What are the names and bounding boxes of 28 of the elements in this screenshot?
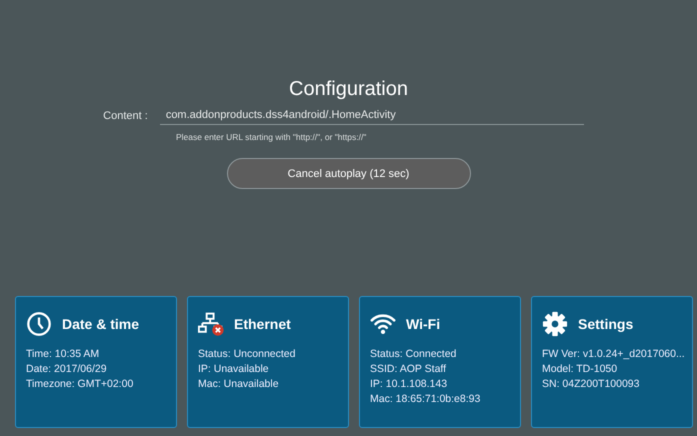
card-title: Wi-Fi xyxy=(406,316,440,332)
card-text: FW Ver: v1.0.24+_d2017060... xyxy=(542,347,682,362)
settings-icon xyxy=(542,311,568,337)
card-title: Ethernet xyxy=(234,316,291,332)
hint-text: Please enter URL starting with "http://", or "https://" xyxy=(176,132,366,142)
card-text: Mac: 18:65:71:0b:e8:93 xyxy=(370,392,482,407)
card-text: SSID: AOP Staff xyxy=(370,362,448,377)
card-text: SN: 04Z200T100093 xyxy=(542,377,640,392)
info-card[interactable]: Ethernet Status: Unconnected IP: Unavailable Mac: Unavailable xyxy=(187,296,349,428)
card-text: Model: TD-1050 xyxy=(542,362,618,377)
card-title: Date & time xyxy=(62,316,140,332)
clock-icon xyxy=(26,311,52,337)
info-card[interactable]: Settings FW Ver: v1.0.24+_d2017060... Model: TD-1050 SN: 04Z200T100093 xyxy=(531,296,693,428)
card-text: Date: 2017/06/29 xyxy=(26,362,108,377)
content-label: Content : xyxy=(103,110,148,124)
card-text: IP: 10.1.108.143 xyxy=(370,377,448,392)
info-card[interactable]: Date & time Time: 10:35 AM Date: 2017/06/29 Timezone: GMT+02:00 xyxy=(15,296,177,428)
card-text: IP: Unavailable xyxy=(198,362,270,377)
card-text: Time: 10:35 AM xyxy=(26,347,100,362)
card-text: Status: Connected xyxy=(370,347,458,362)
card-text: Mac: Unavailable xyxy=(198,377,280,392)
cancel-autoplay-button[interactable]: Cancel autoplay (12 sec) xyxy=(226,158,470,189)
info-card[interactable]: Wi-Fi Status: Connected SSID: AOP Staff IP: 10.1.108.143 Mac: 18:65:71:0b:e8:93 xyxy=(359,296,521,428)
page-title: Configuration xyxy=(289,78,408,101)
card-title: Settings xyxy=(578,316,634,332)
card-text: Timezone: GMT+02:00 xyxy=(26,377,134,392)
card-text: Status: Unconnected xyxy=(198,347,296,362)
content-field[interactable]: com.addonproducts.dss4android/.HomeActivity xyxy=(160,109,584,125)
